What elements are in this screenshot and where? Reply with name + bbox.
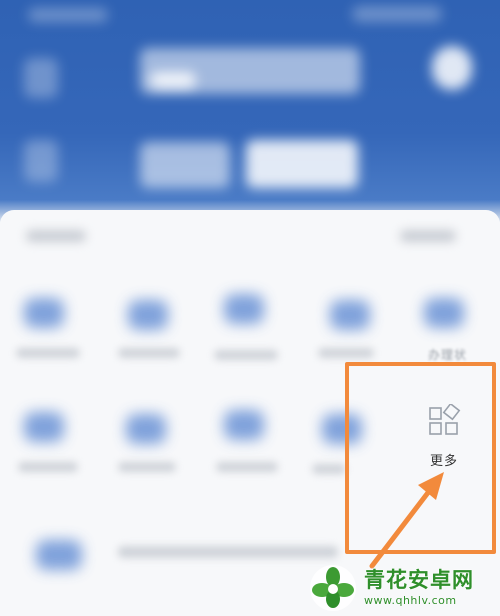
list-item-text: [118, 546, 338, 558]
service-label-8: [216, 462, 278, 472]
service-icon-8[interactable]: [224, 410, 264, 440]
grid-apps-icon: [429, 404, 461, 435]
header-left-icon-2: [24, 140, 58, 182]
service-icon-2[interactable]: [128, 300, 168, 330]
header-left-icon: [24, 58, 58, 98]
list-item-icon[interactable]: [36, 540, 82, 570]
header-action-button[interactable]: [246, 140, 358, 188]
service-icon-6[interactable]: [24, 412, 64, 442]
watermark-url: www.qhhlv.com: [364, 594, 457, 607]
status-bar-right: [352, 6, 442, 22]
service-label-3: [214, 350, 278, 360]
header-sub-block: [140, 142, 230, 188]
service-label-9: [312, 464, 346, 474]
service-icon-1[interactable]: [24, 298, 64, 328]
more-services-button[interactable]: 更多: [418, 404, 470, 484]
section-more-link-blob[interactable]: [400, 230, 456, 242]
service-label-6: [18, 462, 78, 472]
service-label-5: 办理状: [428, 348, 468, 362]
status-bar-left: [28, 8, 108, 22]
watermark-text: 青花安卓网 www.qhhlv.com: [364, 568, 474, 607]
header-title-accent: [150, 72, 196, 88]
more-label: 更多: [429, 454, 458, 469]
watermark: 青花安卓网 www.qhhlv.com: [308, 560, 500, 616]
section-title-blob: [26, 230, 86, 242]
flower-logo-icon: [310, 565, 356, 611]
avatar[interactable]: [432, 46, 472, 90]
service-label-7: [118, 462, 176, 472]
header-banner: [0, 0, 500, 222]
service-label-2: [118, 348, 180, 358]
service-icon-4[interactable]: [330, 300, 370, 330]
service-icon-3[interactable]: [224, 294, 264, 324]
service-icon-7[interactable]: [126, 414, 166, 444]
service-icon-5[interactable]: [424, 298, 464, 328]
service-label-1: [16, 348, 80, 358]
watermark-name: 青花安卓网: [364, 568, 474, 592]
service-label-4: [318, 348, 374, 358]
